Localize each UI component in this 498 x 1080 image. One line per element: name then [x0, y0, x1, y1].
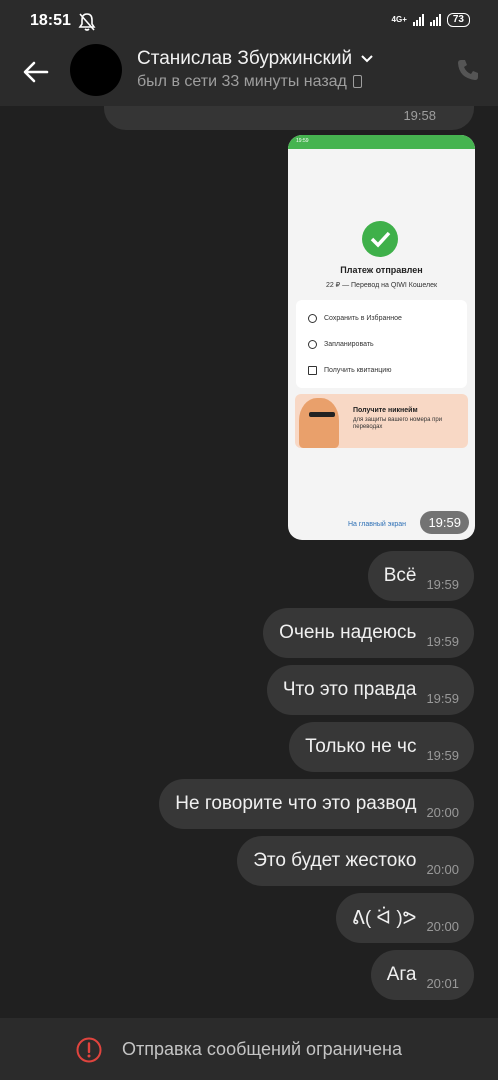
message-bubble[interactable]: Это будет жестоко 20:00 — [237, 836, 474, 886]
promo-title: Получите никнейм — [353, 407, 418, 414]
screenshot-status-time: 19:59 — [296, 138, 309, 144]
message-time: 19:59 — [426, 690, 459, 706]
last-seen: был в сети 33 минуты назад — [137, 73, 362, 91]
message-bubble[interactable]: Очень надеюсь 19:59 — [263, 608, 474, 658]
screenshot-subtitle: 22 ₽ — Перевод на QIWI Кошелек — [325, 282, 438, 289]
signal-icon — [412, 14, 424, 26]
check-icon — [362, 221, 398, 257]
screenshot-home-link: На главный экран — [348, 521, 407, 528]
screenshot-action-label: Получить квитанцию — [324, 367, 392, 374]
contact-name-text: Станислав Збуржинский — [137, 48, 353, 69]
message-bubble[interactable]: Ага 20:01 — [370, 950, 474, 1000]
message-bubble[interactable]: Что это правда 19:59 — [266, 665, 474, 715]
chat-header: Станислав Збуржинский был в сети 33 мину… — [0, 44, 498, 106]
message-text: Это будет жестоко — [253, 850, 417, 871]
signal-icon-2 — [429, 14, 441, 26]
message-bubble[interactable]: Только не чс 19:59 — [289, 722, 474, 772]
star-icon — [308, 314, 317, 323]
message-list[interactable]: 19:58 19:59 Платеж отправлен 22 ₽ — Пере… — [0, 106, 498, 1018]
screenshot-action-row: Запланировать — [308, 340, 374, 349]
message-time: 19:59 — [426, 576, 459, 592]
message-text: ᕕ( ᐛ )ᕗ — [351, 907, 417, 929]
avatar[interactable] — [70, 44, 122, 96]
receipt-icon — [308, 366, 317, 375]
status-indicators: 4G+ 73 — [392, 13, 470, 27]
message-text: Всё — [383, 565, 417, 586]
message-time: 19:58 — [403, 108, 436, 123]
message-time: 19:59 — [426, 633, 459, 649]
message-text: Очень надеюсь — [279, 622, 417, 643]
screenshot-actions-card: Сохранить в Избранное Запланировать Полу… — [296, 300, 467, 388]
clock-icon — [308, 340, 317, 349]
screenshot-action-row: Получить квитанцию — [308, 366, 391, 375]
status-bar: 18:51 4G+ 73 — [0, 0, 498, 44]
promo-illustration — [299, 398, 339, 448]
message-time: 20:00 — [426, 861, 459, 877]
battery-icon: 73 — [446, 13, 470, 27]
message-time: 20:01 — [426, 975, 459, 991]
message-time: 20:00 — [426, 918, 459, 934]
screenshot-action-row: Сохранить в Избранное — [308, 314, 402, 323]
warning-circle-icon — [76, 1037, 102, 1063]
message-text: Ага — [386, 964, 417, 985]
message-text: Не говорите что это развод — [175, 793, 417, 814]
contact-name[interactable]: Станислав Збуржинский — [137, 48, 374, 70]
message-bubble[interactable]: Всё 19:59 — [367, 551, 474, 601]
phone-device-icon — [352, 75, 362, 89]
message-text: Что это правда — [282, 679, 417, 700]
sunglasses-icon — [309, 412, 335, 417]
message-time: 20:00 — [426, 804, 459, 820]
promo-text: для защиты вашего номера при переводах — [353, 417, 443, 430]
message-time: 19:59 — [426, 747, 459, 763]
message-bubble[interactable]: ᕕ( ᐛ )ᕗ 20:00 — [335, 893, 474, 943]
status-time: 18:51 — [30, 12, 71, 29]
last-seen-text: был в сети 33 минуты назад — [137, 73, 347, 90]
message-text: Только не чс — [305, 736, 417, 757]
chevron-down-icon — [361, 55, 374, 63]
previous-message-bubble[interactable]: 19:58 — [104, 106, 474, 130]
image-message-time: 19:59 — [420, 511, 469, 534]
call-icon[interactable] — [456, 58, 480, 82]
bell-off-icon — [78, 13, 96, 31]
screenshot-action-label: Запланировать — [324, 341, 374, 348]
screenshot-title: Платеж отправлен — [340, 265, 423, 275]
screenshot-promo-banner: Получите никнейм для защиты вашего номер… — [295, 394, 468, 448]
screenshot-action-label: Сохранить в Избранное — [324, 315, 402, 322]
network-type: 4G+ — [391, 15, 407, 24]
screenshot-status-bar: 19:59 — [288, 135, 475, 149]
back-arrow-icon[interactable] — [22, 58, 50, 86]
image-message[interactable]: 19:59 Платеж отправлен 22 ₽ — Перевод на… — [288, 135, 475, 540]
restricted-text: Отправка сообщений ограничена — [122, 1039, 402, 1059]
message-bubble[interactable]: Не говорите что это развод 20:00 — [159, 779, 474, 829]
restricted-bar: Отправка сообщений ограничена — [0, 1018, 498, 1080]
